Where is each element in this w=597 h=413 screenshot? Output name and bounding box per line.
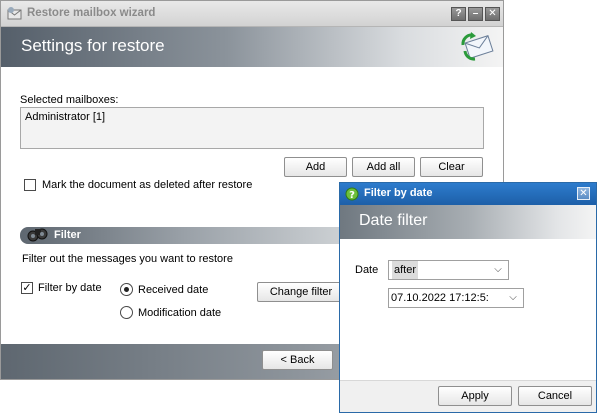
dialog-footer: Apply Cancel — [340, 380, 596, 412]
clear-button[interactable]: Clear — [420, 157, 483, 177]
wizard-title: Restore mailbox wizard — [27, 7, 156, 19]
modification-date-radio[interactable] — [120, 306, 133, 319]
wizard-titlebar[interactable]: Restore mailbox wizard ? – ✕ — [1, 1, 503, 27]
selected-mailboxes-list[interactable]: Administrator [1] — [20, 107, 484, 149]
minimize-button[interactable]: – — [468, 7, 483, 21]
radio-selected-dot — [124, 287, 129, 292]
filter-section-title: Filter — [54, 229, 81, 241]
add-button[interactable]: Add — [284, 157, 347, 177]
date-mode-select[interactable]: after ⌵ — [388, 260, 509, 280]
received-date-label: Received date — [138, 284, 209, 296]
checkmark-icon: ✓ — [22, 282, 32, 294]
mark-deleted-label: Mark the document as deleted after resto… — [42, 179, 253, 191]
help-button[interactable]: ? — [451, 7, 466, 21]
date-value: 07.10.2022 17:12:5: — [391, 292, 489, 304]
dialog-close-button[interactable]: ✕ — [577, 187, 590, 200]
help-question-icon: ? — [345, 187, 359, 201]
modification-date-label: Modification date — [138, 307, 222, 319]
cancel-button[interactable]: Cancel — [518, 386, 592, 406]
date-mode-value: after — [392, 261, 419, 279]
page-title: Settings for restore — [21, 36, 165, 55]
dialog-title: Filter by date — [364, 187, 433, 199]
change-filter-button[interactable]: Change filter — [257, 282, 345, 302]
back-button[interactable]: < Back — [262, 350, 333, 370]
filter-description: Filter out the messages you want to rest… — [22, 253, 233, 265]
svg-text:?: ? — [349, 190, 355, 201]
selected-mailboxes-label: Selected mailboxes: — [20, 94, 119, 106]
dialog-header-title: Date filter — [359, 212, 428, 229]
dialog-header: Date filter — [340, 205, 596, 239]
close-button[interactable]: ✕ — [485, 7, 500, 21]
filter-by-date-label: Filter by date — [38, 282, 102, 294]
mark-deleted-checkbox[interactable] — [24, 179, 36, 191]
filter-section-header: Filter — [20, 227, 351, 244]
chevron-down-icon: ⌵ — [494, 264, 502, 275]
wizard-header: Settings for restore — [1, 27, 503, 67]
apply-button[interactable]: Apply — [438, 386, 512, 406]
mail-restore-icon — [461, 32, 494, 61]
date-label: Date — [355, 264, 379, 276]
mailbox-app-icon — [7, 7, 22, 20]
filter-by-date-checkbox[interactable]: ✓ — [21, 282, 33, 294]
filter-binoculars-icon — [27, 228, 48, 242]
filter-by-date-dialog: ? Filter by date ✕ Date filter Date afte… — [339, 182, 597, 413]
add-all-button[interactable]: Add all — [352, 157, 415, 177]
dialog-titlebar[interactable]: ? Filter by date ✕ — [340, 183, 596, 205]
chevron-down-icon: ⌵ — [505, 289, 521, 307]
list-item[interactable]: Administrator [1] — [25, 111, 479, 123]
date-value-picker[interactable]: 07.10.2022 17:12:5: ⌵ — [388, 288, 524, 308]
received-date-radio[interactable] — [120, 283, 133, 296]
